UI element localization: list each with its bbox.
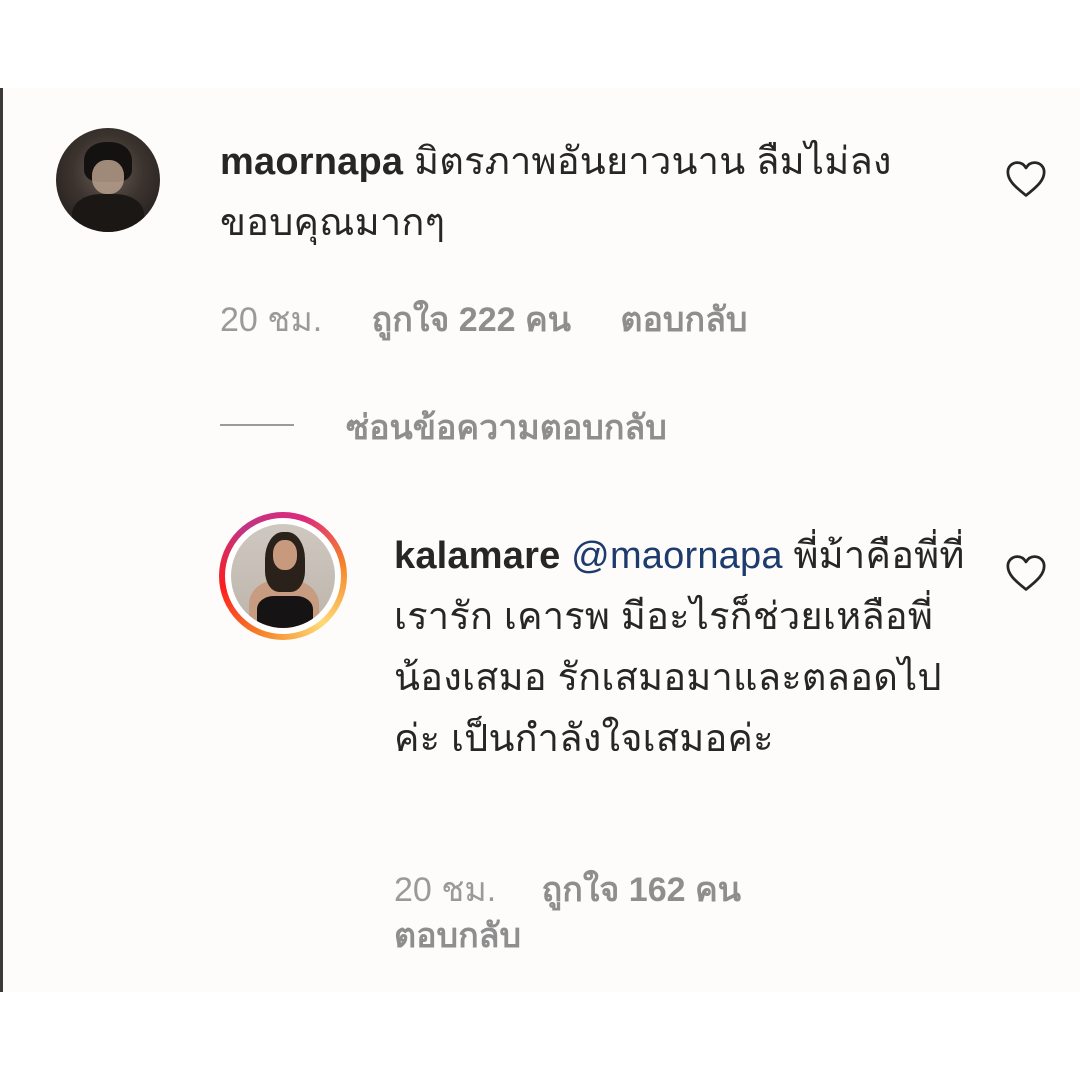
- reply-button[interactable]: ตอบกลับ: [620, 301, 747, 339]
- hide-replies-line: [220, 424, 294, 426]
- comment-body: maornapa มิตรภาพอันยาวนาน ลืมไม่ลง ขอบคุ…: [220, 132, 960, 254]
- reply-time: 20 ชม.: [394, 871, 497, 909]
- avatar-face: [273, 540, 297, 570]
- hide-replies-button[interactable]: ซ่อนข้อความตอบกลับ: [346, 400, 667, 454]
- avatar-body: [72, 194, 144, 232]
- avatar-dress: [257, 596, 313, 628]
- reply-likes-count[interactable]: ถูกใจ 162 คน: [542, 871, 741, 909]
- avatar-face: [92, 160, 124, 194]
- comment-meta: 20 ชม. ถูกใจ 222 คน ตอบกลับ: [220, 292, 748, 346]
- reply-username[interactable]: kalamare: [394, 535, 560, 577]
- screenshot-canvas: maornapa มิตรภาพอันยาวนาน ลืมไม่ลง ขอบคุ…: [0, 0, 1080, 1080]
- story-ring[interactable]: [219, 512, 347, 640]
- like-heart-icon[interactable]: [1005, 554, 1047, 592]
- comment-likes-count[interactable]: ถูกใจ 222 คน: [372, 301, 571, 339]
- reply-mention[interactable]: @maornapa: [571, 535, 783, 577]
- reply-body: kalamare @maornapa พี่ม้าคือพี่ที่เรารัก…: [394, 526, 984, 770]
- comment-time: 20 ชม.: [220, 301, 323, 339]
- like-heart-icon[interactable]: [1005, 160, 1047, 198]
- avatar-kalamare[interactable]: [231, 524, 335, 628]
- comment-username[interactable]: maornapa: [220, 141, 403, 183]
- reply-button[interactable]: ตอบกลับ: [394, 908, 521, 962]
- avatar-maornapa[interactable]: [56, 128, 160, 232]
